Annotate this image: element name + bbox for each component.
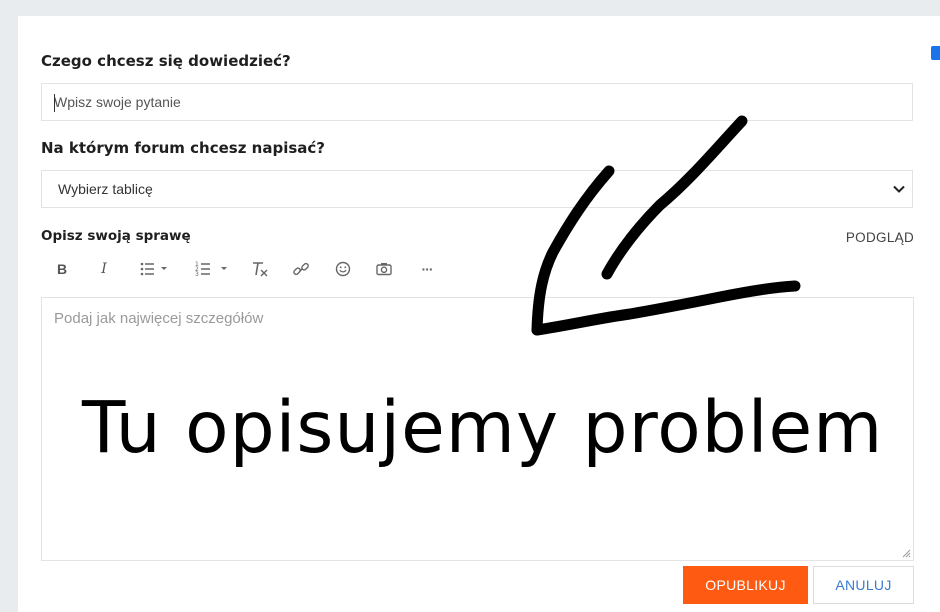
annotation-text: Tu opisujemy problem <box>82 386 884 469</box>
hand-drawn-arrow-icon <box>531 115 801 336</box>
